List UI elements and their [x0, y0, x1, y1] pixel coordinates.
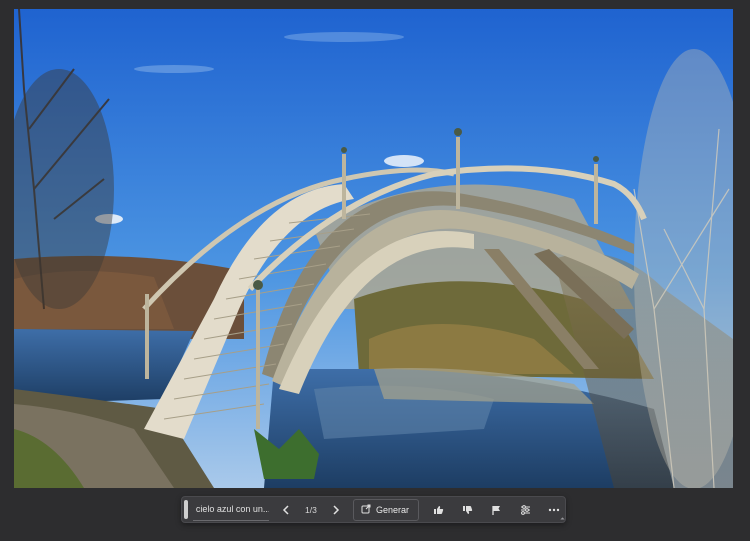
generate-icon — [361, 504, 371, 516]
flag-icon[interactable] — [485, 499, 507, 521]
generate-button[interactable]: Generar — [352, 498, 419, 521]
sliders-icon[interactable] — [514, 499, 536, 521]
canvas-area — [0, 0, 750, 541]
variation-pager: 1/3 — [275, 499, 347, 521]
contextual-taskbar: cielo azul con un... 1/3 Generar — [181, 496, 566, 523]
page-indicator: 1/3 — [305, 504, 317, 515]
feedback-actions — [427, 499, 565, 521]
chevron-left-icon[interactable] — [275, 499, 297, 521]
thumbs-down-icon[interactable] — [456, 499, 478, 521]
bridge-photo-illustration — [14, 9, 733, 488]
drag-handle[interactable] — [184, 500, 188, 519]
prompt-input[interactable]: cielo azul con un... — [192, 499, 269, 521]
thumbs-up-icon[interactable] — [427, 499, 449, 521]
generated-image[interactable] — [14, 9, 733, 488]
chevron-right-icon[interactable] — [325, 499, 347, 521]
generate-label: Generar — [375, 504, 409, 515]
resize-corner-icon — [560, 517, 565, 522]
